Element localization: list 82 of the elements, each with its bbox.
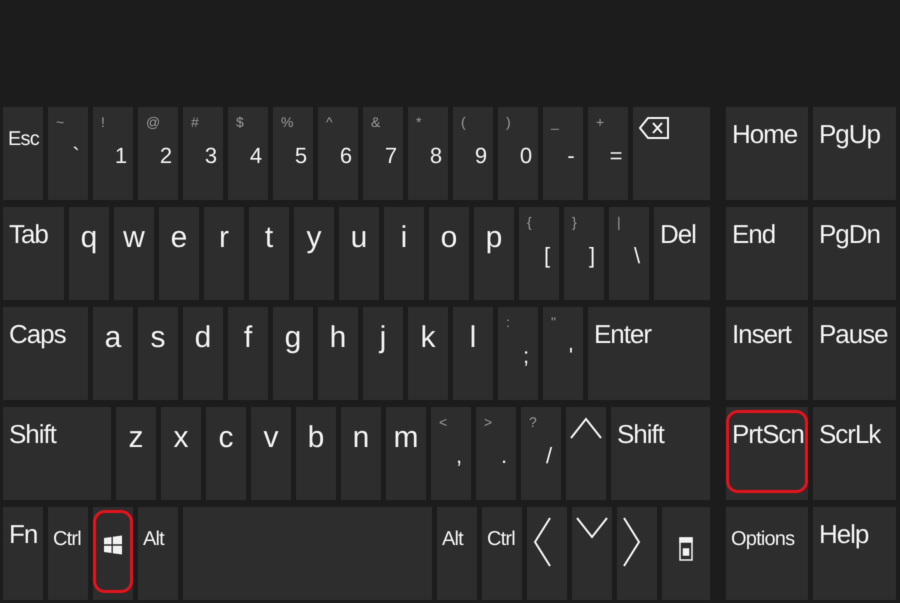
keyboard-key[interactable]: Esc xyxy=(3,107,43,200)
keyboard-key[interactable]: Alt xyxy=(138,507,178,600)
keyboard-key[interactable]: > . xyxy=(476,407,516,500)
keyboard-key[interactable]: p xyxy=(474,207,514,300)
keyboard-key[interactable]: f xyxy=(228,307,268,400)
keyboard-key[interactable]: Alt xyxy=(437,507,477,600)
keyboard-key[interactable]: _ - xyxy=(543,107,583,200)
menu-icon xyxy=(679,537,693,561)
keyboard-key[interactable]: i xyxy=(384,207,424,300)
keyboard-key[interactable]: " ' xyxy=(543,307,583,400)
keyboard-key[interactable]: Fn xyxy=(3,507,43,600)
keyboard-key[interactable]: : ; xyxy=(498,307,538,400)
keyboard-key[interactable]: e xyxy=(159,207,199,300)
keyboard-key[interactable]: ( 9 xyxy=(453,107,493,200)
keyboard-key[interactable]: End xyxy=(726,207,808,300)
keyboard-key[interactable]: @ 2 xyxy=(138,107,178,200)
keyboard-key[interactable]: x xyxy=(161,407,201,500)
keyboard-key[interactable]: ~ ` xyxy=(48,107,88,200)
keyboard-key[interactable]: y xyxy=(294,207,334,300)
keyboard-key[interactable]: l xyxy=(453,307,493,400)
keyboard-key[interactable]: s xyxy=(138,307,178,400)
keyboard-key[interactable]: b xyxy=(296,407,336,500)
keyboard-key[interactable]: Home xyxy=(726,107,808,200)
keyboard-key[interactable]: ) 0 xyxy=(498,107,538,200)
keyboard-key[interactable]: $ 4 xyxy=(228,107,268,200)
keyboard-key[interactable]: Pause xyxy=(813,307,896,400)
arrow-right-key[interactable] xyxy=(617,507,657,600)
keyboard-key[interactable]: Enter xyxy=(588,307,710,400)
chevron-down-icon xyxy=(576,517,608,539)
chevron-right-icon xyxy=(623,517,641,567)
keyboard-key[interactable]: # 3 xyxy=(183,107,223,200)
arrow-up-key[interactable] xyxy=(566,407,606,500)
keyboard-key[interactable]: r xyxy=(204,207,244,300)
keyboard-key[interactable]: < , xyxy=(431,407,471,500)
keyboard-key[interactable]: k xyxy=(408,307,448,400)
chevron-up-icon xyxy=(570,417,602,439)
keyboard-key[interactable]: ? / xyxy=(521,407,561,500)
windows-logo-icon xyxy=(104,535,122,555)
keyboard-key[interactable]: Tab xyxy=(3,207,64,300)
keyboard-key[interactable]: h xyxy=(318,307,358,400)
keyboard-key[interactable]: Insert xyxy=(726,307,808,400)
keyboard-key[interactable]: u xyxy=(339,207,379,300)
keyboard-key[interactable]: Options xyxy=(726,507,808,600)
backspace-icon xyxy=(639,117,669,139)
keyboard-key[interactable]: PrtScn xyxy=(726,407,808,500)
keyboard-key[interactable]: * 8 xyxy=(408,107,448,200)
keyboard-key[interactable]: } ] xyxy=(564,207,604,300)
keyboard-key[interactable]: ScrLk xyxy=(813,407,896,500)
keyboard-key[interactable]: | \ xyxy=(609,207,649,300)
keyboard-key[interactable]: ^ 6 xyxy=(318,107,358,200)
keyboard-key[interactable]: & 7 xyxy=(363,107,403,200)
keyboard-key[interactable]: Ctrl xyxy=(482,507,522,600)
keyboard-key[interactable]: d xyxy=(183,307,223,400)
keyboard-key[interactable]: Shift xyxy=(611,407,710,500)
keyboard-key[interactable]: a xyxy=(93,307,133,400)
keyboard-key[interactable]: + = xyxy=(588,107,628,200)
keyboard-key[interactable]: j xyxy=(363,307,403,400)
keyboard-key[interactable]: % 5 xyxy=(273,107,313,200)
keyboard-key[interactable]: Shift xyxy=(3,407,111,500)
keyboard-key[interactable]: q xyxy=(69,207,109,300)
keyboard-key[interactable]: ! 1 xyxy=(93,107,133,200)
keyboard-key[interactable]: m xyxy=(386,407,426,500)
arrow-down-key[interactable] xyxy=(572,507,612,600)
keyboard-key[interactable]: Caps xyxy=(3,307,88,400)
arrow-left-key[interactable] xyxy=(527,507,567,600)
keyboard-key[interactable]: PgDn xyxy=(813,207,896,300)
chevron-left-icon xyxy=(533,517,551,567)
keyboard-key[interactable]: Del xyxy=(654,207,710,300)
keyboard-key[interactable]: o xyxy=(429,207,469,300)
keyboard-key[interactable]: { [ xyxy=(519,207,559,300)
keyboard-key[interactable]: c xyxy=(206,407,246,500)
keyboard-key[interactable]: Help xyxy=(813,507,896,600)
keyboard-key[interactable]: t xyxy=(249,207,289,300)
backspace-key[interactable] xyxy=(633,107,710,200)
keyboard-key[interactable]: n xyxy=(341,407,381,500)
menu-key[interactable] xyxy=(662,507,710,600)
keyboard-key[interactable]: v xyxy=(251,407,291,500)
keyboard-key[interactable]: g xyxy=(273,307,313,400)
keyboard-key[interactable]: PgUp xyxy=(813,107,896,200)
keyboard-key[interactable]: w xyxy=(114,207,154,300)
keyboard-key[interactable]: Ctrl xyxy=(48,507,88,600)
keyboard-key[interactable]: z xyxy=(116,407,156,500)
